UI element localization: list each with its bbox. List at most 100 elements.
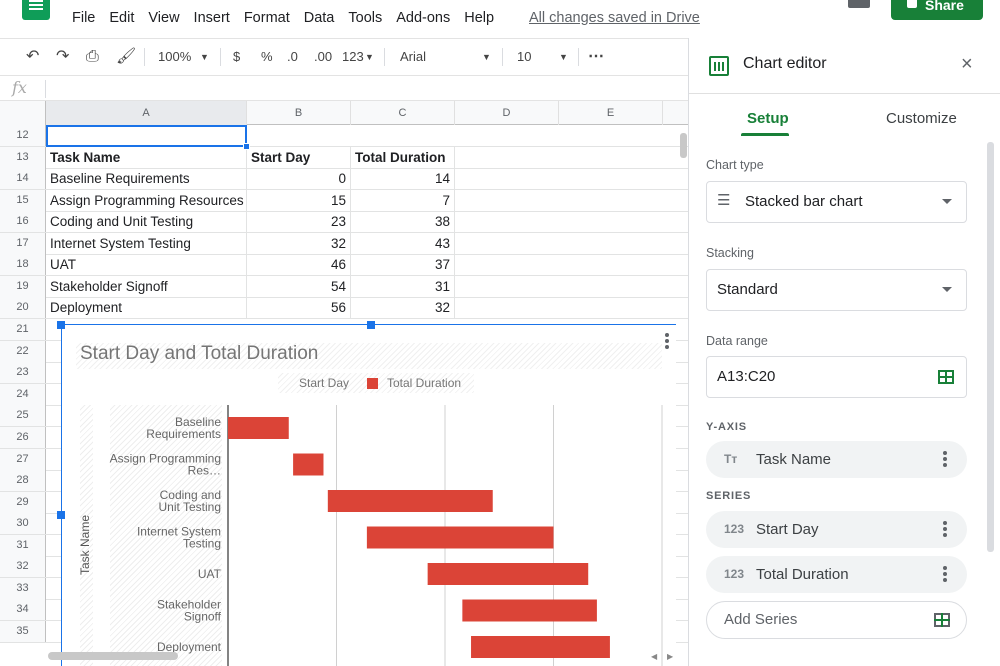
row-header[interactable]: 30 (0, 513, 46, 534)
cell-duration[interactable]: 43 (351, 233, 455, 254)
redo-icon[interactable]: ↷ (56, 39, 69, 75)
data-range-input[interactable]: A13:C20 (706, 356, 967, 398)
menu-edit[interactable]: Edit (109, 10, 134, 26)
row-header[interactable]: 21 (0, 319, 46, 340)
add-series-button[interactable]: Add Series (706, 601, 967, 639)
more-vert-icon[interactable] (943, 521, 947, 539)
menu-format[interactable]: Format (244, 10, 290, 26)
series-chip-total-duration[interactable]: 123 Total Duration (706, 556, 967, 593)
row-header[interactable]: 22 (0, 341, 46, 362)
cell-header-start[interactable]: Start Day (247, 147, 351, 168)
row-header[interactable]: 16 (0, 211, 46, 232)
cell-start[interactable]: 15 (247, 190, 351, 211)
row-header[interactable]: 34 (0, 599, 46, 620)
cell-task[interactable]: UAT (46, 254, 247, 275)
row-header[interactable]: 13 (0, 147, 46, 168)
row-header[interactable]: 18 (0, 254, 46, 275)
zoom-select[interactable]: 100% (158, 39, 191, 75)
row-header[interactable]: 26 (0, 427, 46, 448)
cell-start[interactable]: 23 (247, 211, 351, 232)
comment-icon[interactable] (848, 0, 870, 8)
cell-duration[interactable]: 7 (351, 190, 455, 211)
cell-task[interactable]: Baseline Requirements (46, 168, 247, 189)
currency-format-button[interactable]: $ (233, 39, 240, 75)
menu-addons[interactable]: Add-ons (396, 10, 450, 26)
active-cell-selection[interactable] (46, 125, 247, 147)
menu-file[interactable]: File (72, 10, 95, 26)
chart-type-select[interactable]: ☰ Stacked bar chart (706, 181, 967, 223)
cell-duration[interactable]: 38 (351, 211, 455, 232)
row-header[interactable]: 15 (0, 190, 46, 211)
cell-task[interactable]: Stakeholder Signoff (46, 276, 247, 297)
save-status[interactable]: All changes saved in Drive (529, 10, 700, 26)
row-header[interactable]: 25 (0, 405, 46, 426)
cell-start[interactable]: 56 (247, 297, 351, 318)
fill-handle[interactable] (243, 143, 250, 150)
menu-data[interactable]: Data (304, 10, 335, 26)
stacking-select[interactable]: Standard (706, 269, 967, 311)
column-header-d[interactable]: D (455, 101, 559, 125)
font-select[interactable]: Arial (400, 39, 426, 75)
row-header[interactable]: 29 (0, 492, 46, 513)
row-header[interactable]: 12 (0, 125, 46, 146)
series-chip-start-day[interactable]: 123 Start Day (706, 511, 967, 548)
cell-duration[interactable]: 14 (351, 168, 455, 189)
cell-duration[interactable]: 31 (351, 276, 455, 297)
row-header[interactable]: 24 (0, 384, 46, 405)
horizontal-scrollbar[interactable] (48, 652, 178, 660)
column-header-a[interactable]: A (46, 101, 247, 125)
select-range-icon[interactable] (938, 370, 954, 384)
row-header[interactable]: 27 (0, 449, 46, 470)
cell-task[interactable]: Internet System Testing (46, 233, 247, 254)
menu-tools[interactable]: Tools (348, 10, 382, 26)
y-axis-chip[interactable]: Tт Task Name (706, 441, 967, 478)
tab-setup[interactable]: Setup (747, 110, 789, 127)
percent-format-button[interactable]: % (261, 39, 273, 75)
number-format-button[interactable]: 123 (342, 39, 364, 75)
chevron-down-icon[interactable]: ▼ (559, 39, 568, 75)
cell-start[interactable]: 46 (247, 254, 351, 275)
row-header[interactable]: 17 (0, 233, 46, 254)
cell-start[interactable]: 32 (247, 233, 351, 254)
sheets-logo-icon[interactable] (22, 0, 50, 20)
close-icon[interactable]: × (961, 53, 973, 76)
decrease-decimal-button[interactable]: .0 (287, 39, 298, 75)
cell-duration[interactable]: 32 (351, 297, 455, 318)
chevron-down-icon[interactable]: ▼ (365, 39, 374, 75)
scroll-left-icon[interactable]: ◀ (651, 652, 657, 661)
increase-decimal-button[interactable]: .00 (314, 39, 332, 75)
print-icon[interactable]: ⎙ (86, 39, 99, 75)
chart-object[interactable]: Start Day and Total Duration Start Day T… (57, 321, 676, 666)
share-button[interactable]: Share (891, 0, 983, 20)
cell-task[interactable]: Coding and Unit Testing (46, 211, 247, 232)
cell-duration[interactable]: 37 (351, 254, 455, 275)
cell-header-duration[interactable]: Total Duration (351, 147, 455, 168)
row-header[interactable]: 32 (0, 556, 46, 577)
select-all-corner[interactable] (0, 101, 46, 125)
chevron-down-icon[interactable]: ▼ (200, 39, 209, 75)
cell-header-task[interactable]: Task Name (46, 147, 247, 168)
cell-task[interactable]: Assign Programming Resources (46, 190, 247, 211)
font-size-select[interactable]: 10 (517, 39, 531, 75)
row-header[interactable]: 23 (0, 362, 46, 383)
vertical-scrollbar[interactable] (680, 133, 687, 158)
menu-view[interactable]: View (148, 10, 179, 26)
column-header-b[interactable]: B (247, 101, 351, 125)
row-header[interactable]: 28 (0, 470, 46, 491)
row-header[interactable]: 19 (0, 276, 46, 297)
column-header-c[interactable]: C (351, 101, 455, 125)
more-vert-icon[interactable] (943, 451, 947, 469)
cell-start[interactable]: 0 (247, 168, 351, 189)
more-icon[interactable]: ⋯ (588, 39, 604, 75)
paint-format-icon[interactable]: 🖌 (116, 39, 136, 75)
undo-icon[interactable]: ↶ (26, 39, 39, 75)
tab-customize[interactable]: Customize (886, 110, 957, 127)
cell-task[interactable]: Deployment (46, 297, 247, 318)
chevron-down-icon[interactable]: ▼ (482, 39, 491, 75)
row-header[interactable]: 14 (0, 168, 46, 189)
cell-start[interactable]: 54 (247, 276, 351, 297)
scroll-right-icon[interactable]: ▶ (667, 652, 673, 661)
more-vert-icon[interactable] (943, 566, 947, 584)
row-header[interactable]: 35 (0, 621, 46, 642)
menu-help[interactable]: Help (464, 10, 494, 26)
